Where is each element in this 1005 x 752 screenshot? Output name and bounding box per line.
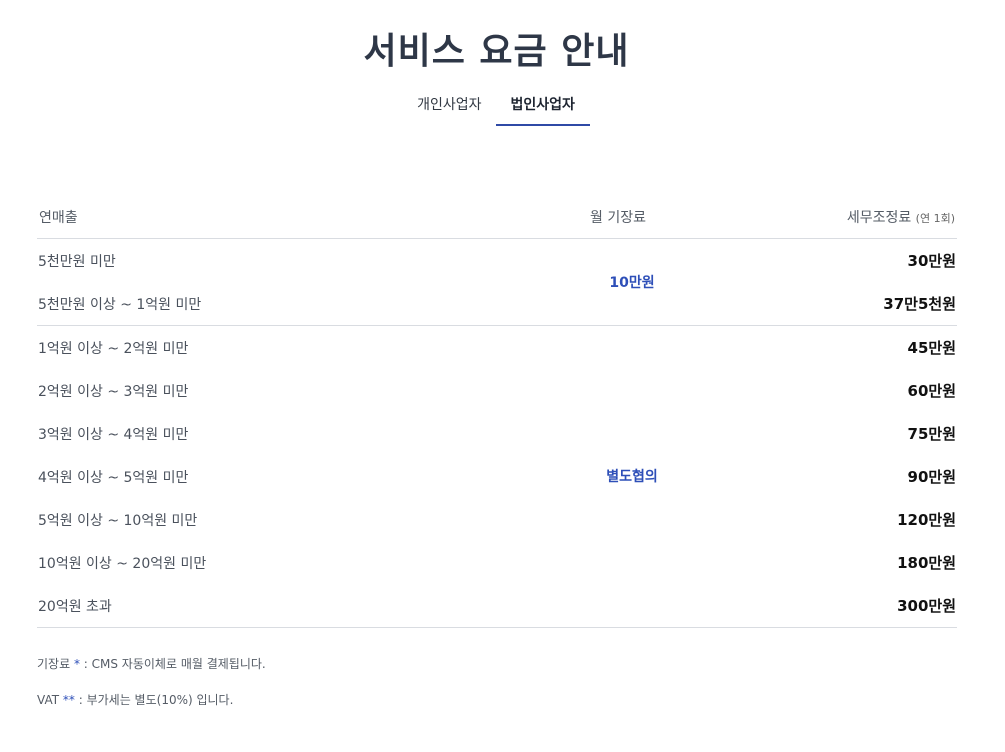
revenue-range: 1억원 이상 ~ 2억원 미만 (38, 341, 189, 357)
table-row: 2억원 이상 ~ 3억원 미만 60만원 (37, 369, 957, 412)
table-row: 10억원 이상 ~ 20억원 미만 180만원 (37, 541, 957, 584)
footnote-fee-text: : CMS 자동이체로 매월 결제됩니다. (83, 657, 266, 671)
footnote-fee: 기장료 * : CMS 자동이체로 매월 결제됩니다. (37, 655, 266, 672)
table-row: 1억원 이상 ~ 2억원 미만 45만원 (37, 326, 957, 369)
table-row: 5천만원 미만 30만원 (37, 239, 957, 282)
business-type-tabs: 개인사업자 법인사업자 (0, 90, 993, 126)
footnote-fee-label: 기장료 (37, 657, 71, 671)
header-revenue: 연매출 (39, 210, 78, 226)
revenue-range: 4억원 이상 ~ 5억원 미만 (38, 470, 189, 486)
table-row: 3억원 이상 ~ 4억원 미만 75만원 (37, 412, 957, 455)
page-title: 서비스 요금 안내 (363, 31, 630, 72)
table-header: 연매출 월 기장료 세무조정료 (연 1회) (37, 190, 957, 239)
pricing-group-under-100m: 10만원 5천만원 미만 30만원 5천만원 이상 ~ 1억원 미만 37만5천원 (37, 239, 957, 326)
revenue-range: 20억원 초과 (38, 599, 112, 615)
tax-adjustment-fee: 30만원 (907, 252, 956, 270)
table-row: 5천만원 이상 ~ 1억원 미만 37만5천원 (37, 282, 957, 325)
footnote-vat: VAT ** : 부가세는 별도(10%) 입니다. (37, 691, 266, 708)
revenue-range: 2억원 이상 ~ 3억원 미만 (38, 384, 189, 400)
tax-adjustment-fee: 120만원 (897, 511, 956, 529)
tax-adjustment-fee: 45만원 (907, 339, 956, 357)
revenue-range: 5천만원 이상 ~ 1억원 미만 (38, 297, 202, 313)
table-row: 5억원 이상 ~ 10억원 미만 120만원 (37, 498, 957, 541)
header-tax-adjustment-note: (연 1회) (915, 212, 955, 225)
revenue-range: 10억원 이상 ~ 20억원 미만 (38, 556, 207, 572)
pricing-group-over-100m: 별도협의 1억원 이상 ~ 2억원 미만 45만원 2억원 이상 ~ 3억원 미만 6… (37, 326, 957, 628)
footnote-vat-label: VAT (37, 693, 60, 707)
pricing-table: 연매출 월 기장료 세무조정료 (연 1회) 10만원 5천만원 미만 30만원 5… (37, 190, 957, 628)
header-monthly-fee: 월 기장료 (590, 210, 646, 226)
footnotes: 기장료 * : CMS 자동이체로 매월 결제됩니다. VAT ** : 부가세… (37, 655, 266, 727)
footnote-fee-star: * (73, 657, 80, 671)
tax-adjustment-fee: 75만원 (907, 425, 956, 443)
tax-adjustment-fee: 180만원 (897, 554, 956, 572)
tab-individual-business[interactable]: 개인사업자 (403, 90, 495, 126)
tax-adjustment-fee: 90만원 (907, 468, 956, 486)
table-row: 20억원 초과 300만원 (37, 584, 957, 627)
table-row: 4억원 이상 ~ 5억원 미만 90만원 (37, 455, 957, 498)
footnote-vat-star: ** (62, 693, 75, 707)
revenue-range: 5천만원 미만 (38, 254, 116, 270)
tax-adjustment-fee: 60만원 (907, 382, 956, 400)
revenue-range: 5억원 이상 ~ 10억원 미만 (38, 513, 198, 529)
header-tax-adjustment-label: 세무조정료 (846, 210, 912, 226)
revenue-range: 3억원 이상 ~ 4억원 미만 (38, 427, 189, 443)
tax-adjustment-fee: 37만5천원 (883, 295, 956, 313)
header-tax-adjustment: 세무조정료 (연 1회) (847, 207, 955, 227)
tab-corporate-business[interactable]: 법인사업자 (495, 90, 590, 126)
footnote-vat-text: : 부가세는 별도(10%) 입니다. (78, 693, 234, 707)
tax-adjustment-fee: 300만원 (897, 597, 956, 615)
